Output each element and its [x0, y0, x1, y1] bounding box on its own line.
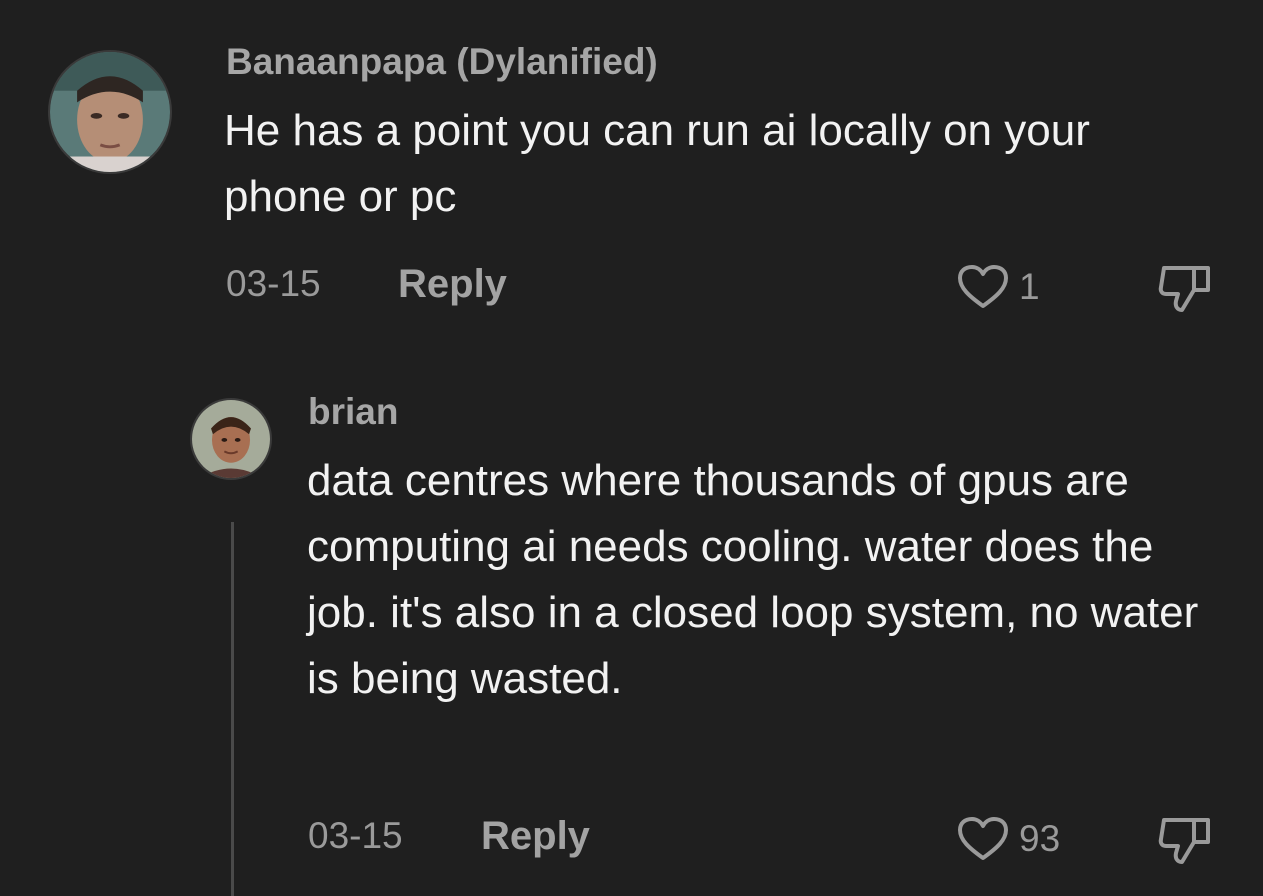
comment-text: He has a point you can run ai locally on…	[224, 106, 1090, 221]
reply-button[interactable]: Reply	[481, 814, 590, 858]
like-count: 1	[1019, 266, 1040, 307]
avatar[interactable]	[190, 398, 272, 480]
like-button[interactable]: 93	[955, 814, 1060, 864]
dislike-button[interactable]	[1156, 812, 1216, 868]
dislike-button[interactable]	[1156, 260, 1216, 316]
like-count: 93	[1019, 818, 1061, 859]
reply-button[interactable]: Reply	[398, 262, 507, 306]
thumbs-down-icon	[1156, 260, 1216, 316]
like-button[interactable]: 1	[955, 262, 1040, 312]
thumbs-down-icon	[1156, 812, 1216, 868]
heart-icon	[955, 814, 1011, 864]
comment-date: 03-15	[308, 815, 403, 856]
comment-username[interactable]: Banaanpapa (Dylanified)	[226, 40, 658, 84]
comment-username[interactable]: brian	[308, 390, 398, 434]
comment-date: 03-15	[226, 263, 321, 304]
heart-icon	[955, 262, 1011, 312]
thread-line	[231, 522, 234, 896]
avatar[interactable]	[48, 50, 172, 174]
comment-thread: Banaanpapa (Dylanified) He has a point y…	[0, 0, 1263, 896]
comment-text: data centres where thousands of gpus are…	[307, 456, 1199, 703]
